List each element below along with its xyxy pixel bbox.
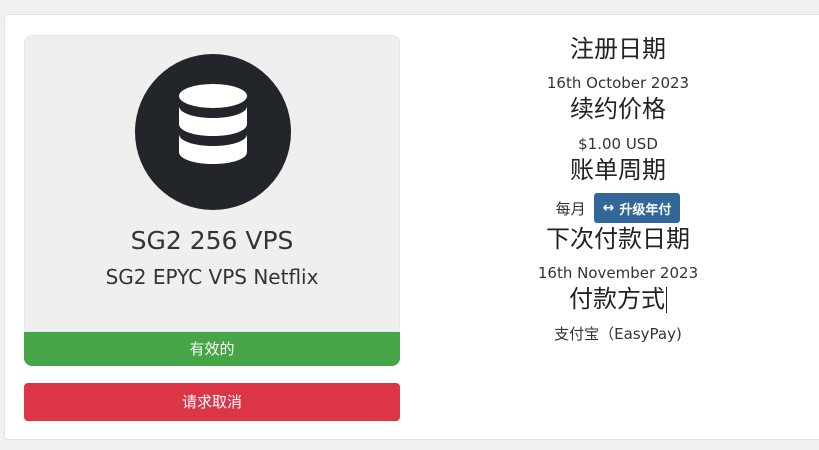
upgrade-annual-label: 升级年付 (619, 202, 672, 218)
payment-method-heading: 付款方式 (488, 284, 748, 314)
upgrade-annual-button[interactable]: ↔ 升级年付 (593, 193, 681, 223)
next-due-date-value: 16th November 2023 (537, 264, 699, 282)
product-icon-circle (135, 54, 291, 210)
product-name: SG2 256 VPS (130, 226, 294, 255)
product-panel: SG2 256 VPS SG2 EPYC VPS Netflix (24, 35, 400, 332)
renewal-price-value: $1.00 USD (578, 135, 658, 153)
status-badge: 有效的 (24, 332, 400, 366)
billing-cycle-row: 每月 ↔ 升级年付 (488, 192, 748, 224)
billing-cycle-label: 账单周期 (570, 156, 666, 184)
next-due-date-label: 下次付款日期 (546, 225, 690, 253)
product-group: SG2 EPYC VPS Netflix (105, 265, 319, 289)
request-cancellation-button[interactable]: 请求取消 (24, 383, 400, 421)
registration-date-value: 16th October 2023 (546, 74, 690, 92)
billing-cycle-value: 每月 (555, 199, 586, 218)
renewal-price-label: 续约价格 (570, 95, 666, 123)
database-icon (179, 84, 247, 164)
registration-date-label: 注册日期 (570, 35, 666, 63)
arrows-horizontal-icon: ↔ (602, 200, 615, 216)
payment-method-value: 支付宝（EasyPay) (554, 325, 682, 343)
text-cursor (666, 287, 667, 313)
payment-method-label: 付款方式 (569, 285, 665, 313)
